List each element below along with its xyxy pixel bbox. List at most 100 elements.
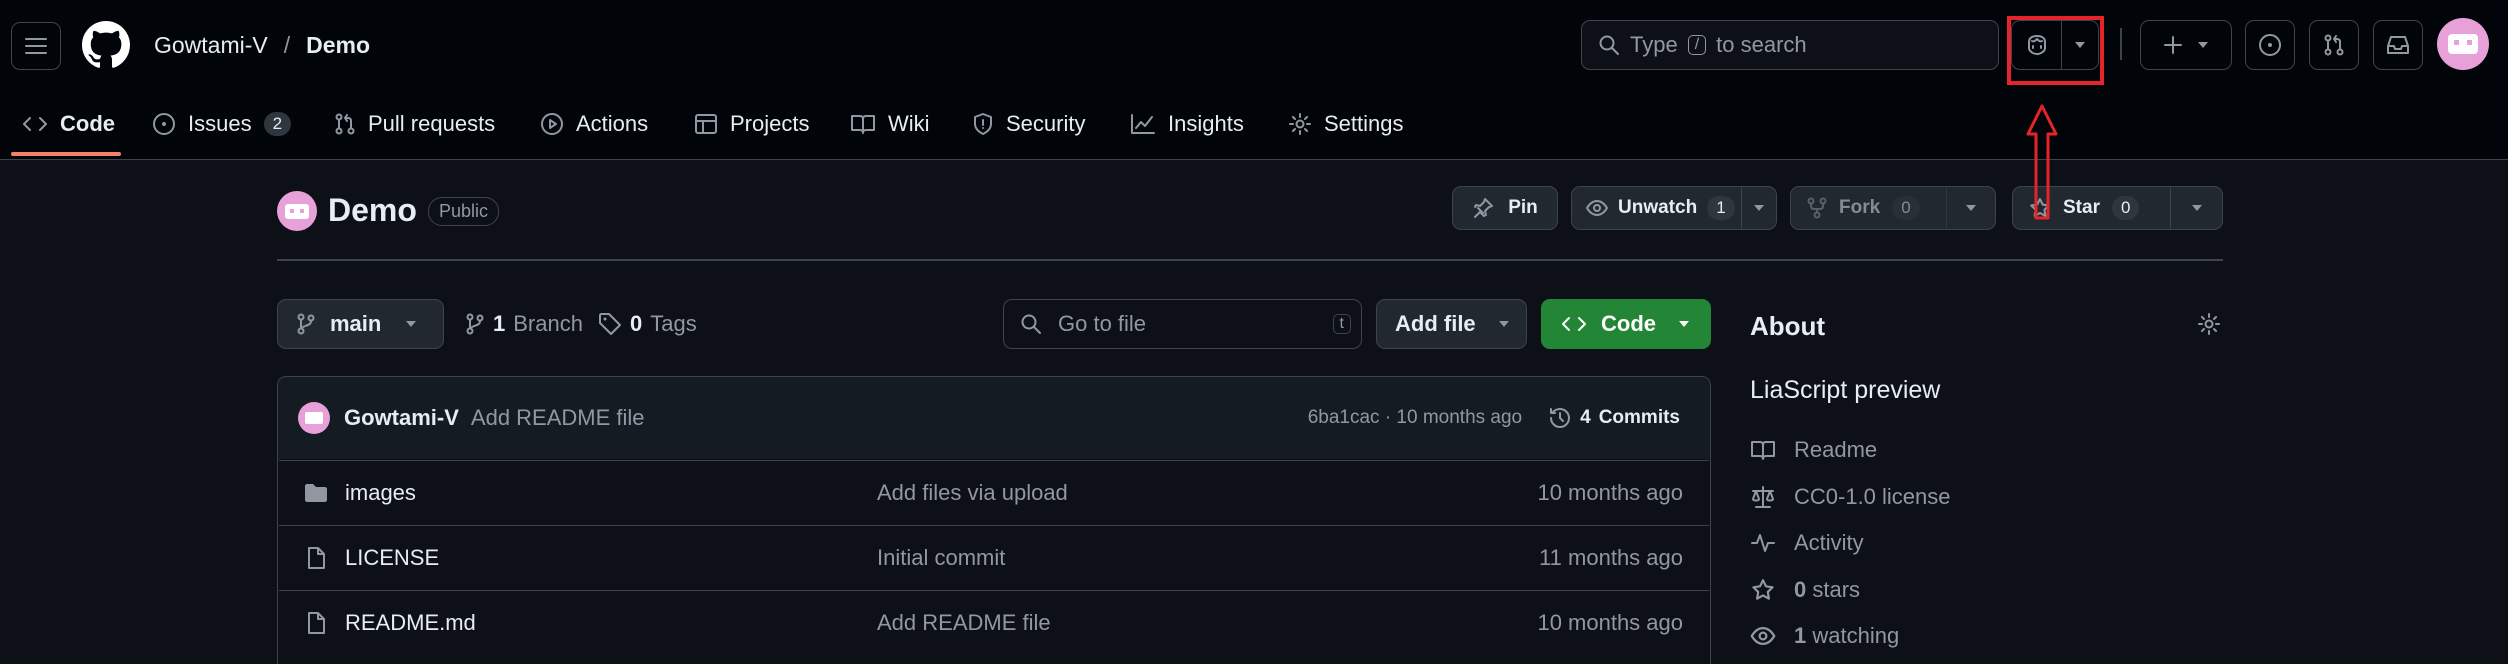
- about-title: About: [1750, 311, 1826, 341]
- table-row[interactable]: images Add files via upload 10 months ag…: [279, 460, 1709, 524]
- issue-icon: [153, 113, 175, 135]
- commits-link[interactable]: 4 Commits: [1548, 406, 1680, 430]
- file-commit-message[interactable]: Initial commit: [877, 545, 1005, 571]
- annotation-arrow: [2026, 104, 2058, 220]
- section-divider: [277, 259, 2223, 261]
- code-icon: [1562, 317, 1586, 331]
- fork-dropdown[interactable]: [1947, 204, 1995, 212]
- commit-author[interactable]: Gowtami-V: [344, 405, 459, 431]
- table-row[interactable]: README.md Add README file 10 months ago: [279, 590, 1709, 654]
- go-to-file-placeholder: Go to file: [1058, 311, 1147, 336]
- branches-link[interactable]: 1 Branch: [465, 311, 583, 337]
- go-to-file-input[interactable]: Go to file t: [1003, 299, 1362, 349]
- pull-request-icon: [2324, 34, 2344, 56]
- issue-icon: [2259, 34, 2281, 56]
- tab-insights[interactable]: Insights: [1130, 104, 1244, 144]
- unwatch-dropdown[interactable]: [1742, 204, 1776, 212]
- breadcrumb-repo[interactable]: Demo: [306, 32, 370, 59]
- tab-wiki[interactable]: Wiki: [850, 104, 930, 144]
- file-commit-message[interactable]: Add README file: [877, 610, 1051, 636]
- caret-down-icon: [406, 321, 417, 327]
- activity-link[interactable]: Activity: [1750, 530, 1864, 556]
- stars-label: stars: [1812, 577, 1861, 602]
- pull-requests-global-button[interactable]: [2309, 20, 2359, 70]
- file-name[interactable]: README.md: [345, 610, 476, 636]
- tab-projects[interactable]: Projects: [694, 104, 809, 144]
- caret-down-icon: [1498, 321, 1509, 327]
- search-icon: [1599, 35, 1619, 55]
- code-button-label: Code: [1601, 311, 1656, 336]
- user-avatar[interactable]: [2437, 18, 2489, 70]
- tab-security[interactable]: Security: [972, 104, 1085, 144]
- branch-count: 1: [493, 311, 506, 336]
- fork-button[interactable]: Fork 0: [1791, 187, 1947, 229]
- gear-icon: [1289, 113, 1311, 135]
- branch-name: main: [330, 311, 382, 336]
- book-icon: [851, 115, 875, 134]
- star-dropdown[interactable]: [2171, 204, 2222, 212]
- about-settings-button[interactable]: [2197, 312, 2221, 336]
- unwatch-button[interactable]: Unwatch 1: [1572, 187, 1742, 229]
- file-time: 11 months ago: [1539, 544, 1683, 570]
- watching-count: 1: [1794, 623, 1807, 648]
- plus-icon: [2164, 36, 2182, 54]
- unwatch-button-group: Unwatch 1: [1571, 186, 1777, 230]
- create-new-button[interactable]: [2140, 20, 2232, 70]
- play-icon: [541, 113, 563, 135]
- inbox-button[interactable]: [2373, 20, 2423, 70]
- branch-icon: [466, 313, 484, 335]
- file-name[interactable]: LICENSE: [345, 545, 439, 571]
- add-file-button[interactable]: Add file: [1376, 299, 1527, 349]
- github-logo[interactable]: [82, 21, 130, 69]
- eye-icon: [1586, 200, 1608, 216]
- issues-global-button[interactable]: [2245, 20, 2295, 70]
- hamburger-icon: [25, 38, 47, 54]
- shield-icon: [974, 113, 992, 135]
- commit-message[interactable]: Add README file: [471, 405, 645, 431]
- file-commit-message[interactable]: Add files via upload: [877, 480, 1068, 506]
- search-input[interactable]: Type / to search: [1581, 20, 1999, 70]
- code-button[interactable]: Code: [1541, 299, 1711, 349]
- readme-link[interactable]: Readme: [1750, 437, 1877, 463]
- readme-label: Readme: [1794, 437, 1878, 462]
- tab-label: Security: [1006, 111, 1086, 136]
- tab-label: Code: [60, 111, 115, 136]
- commits-count: 4: [1580, 407, 1591, 428]
- tab-issues[interactable]: Issues 2: [152, 104, 292, 144]
- watching-label: watching: [1812, 623, 1900, 648]
- copilot-highlight-box: [2007, 16, 2104, 85]
- tab-actions[interactable]: Actions: [540, 104, 648, 144]
- commit-meta[interactable]: 6ba1cac · 10 months ago: [1308, 407, 1522, 429]
- tags-link[interactable]: 0 Tags: [598, 311, 697, 337]
- avatar-face: [2448, 34, 2478, 54]
- search-placeholder-post: to search: [1716, 32, 1807, 57]
- history-icon: [1550, 408, 1571, 428]
- tab-pull-requests[interactable]: Pull requests: [334, 104, 495, 144]
- license-link[interactable]: CC0-1.0 license: [1750, 484, 1951, 510]
- commit-author-avatar: [298, 402, 330, 434]
- tab-label: Insights: [1168, 111, 1244, 136]
- watching-link[interactable]: 1 watching: [1750, 623, 1899, 649]
- divider: [2120, 28, 2122, 60]
- unwatch-label: Unwatch: [1618, 197, 1698, 218]
- file-name[interactable]: images: [345, 480, 416, 506]
- tab-label: Projects: [730, 111, 810, 136]
- breadcrumb-owner[interactable]: Gowtami-V: [154, 32, 268, 59]
- table-row[interactable]: LICENSE Initial commit 11 months ago: [279, 525, 1709, 589]
- tab-label: Wiki: [888, 111, 930, 136]
- tab-settings[interactable]: Settings: [1288, 104, 1404, 144]
- repo-title[interactable]: Demo: [328, 192, 417, 229]
- breadcrumb: Gowtami-V / Demo: [154, 32, 370, 59]
- tab-code[interactable]: Code: [22, 104, 115, 144]
- branch-selector[interactable]: main: [277, 299, 444, 349]
- stars-link[interactable]: 0 stars: [1750, 577, 1860, 603]
- file-icon: [308, 546, 325, 569]
- tag-label: Tags: [650, 311, 697, 336]
- pin-button[interactable]: Pin: [1452, 186, 1558, 230]
- stars-count: 0: [1794, 577, 1807, 602]
- caret-down-icon: [1754, 205, 1764, 211]
- pin-icon: [1474, 198, 1494, 218]
- menu-button[interactable]: [11, 22, 61, 70]
- book-icon: [1751, 441, 1775, 460]
- tab-label: Settings: [1324, 111, 1404, 136]
